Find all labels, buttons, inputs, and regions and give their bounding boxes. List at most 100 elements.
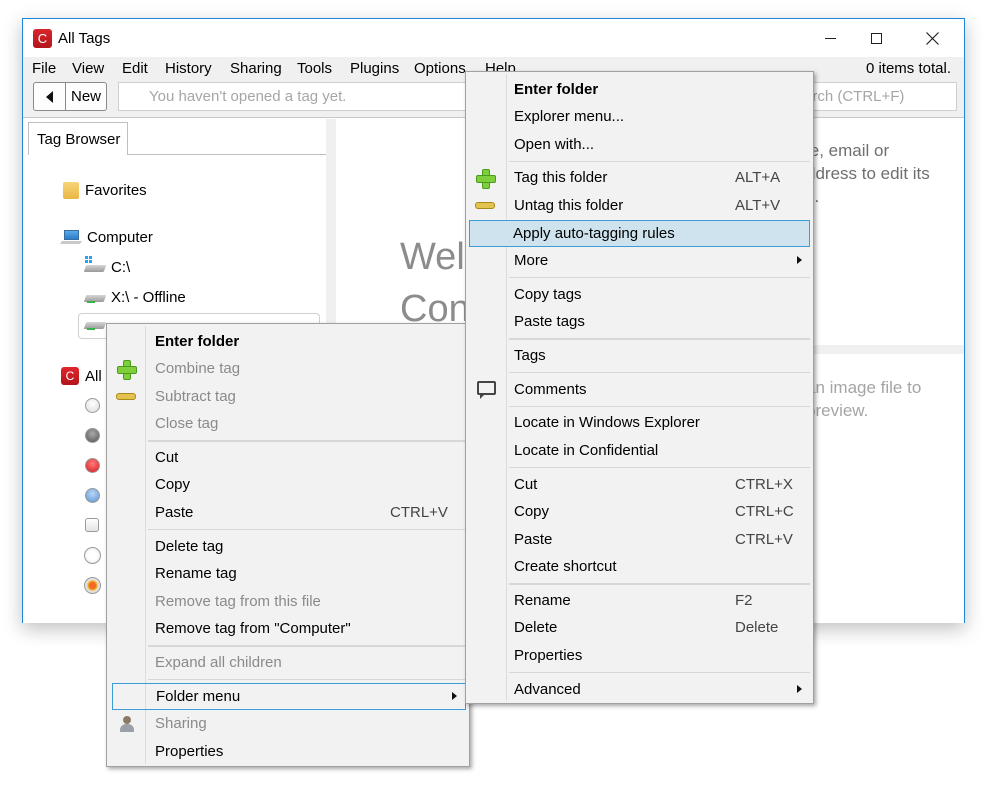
menu-item-folder-menu[interactable]: Folder menu <box>112 683 466 710</box>
tree-item-all-tags[interactable]: C All <box>61 367 102 385</box>
menu-item-tags[interactable]: Tags <box>469 343 810 369</box>
tag-red-icon[interactable] <box>85 458 100 473</box>
tree-item-c-drive[interactable]: C:\ <box>83 255 130 276</box>
menu-item-label: Sharing <box>155 715 207 732</box>
menu-item-remove-tag-from-computer[interactable]: Remove tag from "Computer" <box>110 616 466 642</box>
menu-item-label: Rename <box>514 592 571 609</box>
menu-item-label: Untag this folder <box>514 197 624 214</box>
menu-edit[interactable]: Edit <box>122 60 148 77</box>
menu-item-enter-folder[interactable]: Enter folder <box>469 77 810 103</box>
menu-item-label: Apply auto-tagging rules <box>513 225 675 242</box>
menu-options[interactable]: Options <box>414 60 466 77</box>
menu-item-subtract-tag[interactable]: Subtract tag <box>110 384 466 410</box>
menu-item-copy[interactable]: Copy <box>110 472 466 498</box>
menu-item-shortcut: CTRL+V <box>390 504 448 521</box>
menu-item-tag-this-folder[interactable]: Tag this folder ALT+A <box>469 165 810 191</box>
menu-item-open-with[interactable]: Open with... <box>469 132 810 158</box>
menu-item-label: Comments <box>514 381 587 398</box>
menu-item-untag-this-folder[interactable]: Untag this folder ALT+V <box>469 193 810 219</box>
tree-item-w-drive[interactable] <box>83 319 107 331</box>
new-button[interactable]: New <box>66 83 106 110</box>
menu-item-label: Remove tag from this file <box>155 593 321 610</box>
menu-item-shortcut: ALT+V <box>735 197 781 214</box>
back-button[interactable] <box>34 83 66 110</box>
tag-firefox-icon[interactable] <box>84 577 101 594</box>
menu-separator <box>148 440 466 442</box>
minimize-button[interactable] <box>807 19 853 57</box>
menu-item-cut[interactable]: Cut CTRL+X <box>469 472 810 498</box>
submenu-arrow-icon <box>797 256 802 264</box>
menu-separator <box>148 679 466 680</box>
network-drive-icon <box>83 292 107 304</box>
menu-item-rename[interactable]: Rename F2 <box>469 588 810 614</box>
computer-icon <box>60 230 82 245</box>
menu-item-properties[interactable]: Properties <box>469 643 810 669</box>
maximize-icon <box>870 32 882 44</box>
tag-white-icon[interactable] <box>85 398 100 413</box>
menu-item-copy-tags[interactable]: Copy tags <box>469 282 810 308</box>
menu-sharing[interactable]: Sharing <box>230 60 282 77</box>
menu-item-label: Subtract tag <box>155 388 236 405</box>
menu-item-label: Folder menu <box>156 688 241 705</box>
menu-item-copy[interactable]: Copy CTRL+C <box>469 499 810 525</box>
menu-item-label: Properties <box>155 743 224 760</box>
menu-item-comments[interactable]: Comments <box>469 377 810 403</box>
menu-item-close-tag[interactable]: Close tag <box>110 411 466 437</box>
tag-blue-icon[interactable] <box>85 488 100 503</box>
tree-item-label: All <box>85 367 102 385</box>
menu-item-paste[interactable]: Paste CTRL+V <box>110 500 466 526</box>
tag-badge-icon[interactable] <box>84 547 101 564</box>
menu-item-shortcut: CTRL+X <box>735 476 793 493</box>
menu-history[interactable]: History <box>165 60 212 77</box>
menu-item-label: Rename tag <box>155 565 237 582</box>
favorites-folder-icon <box>63 182 79 199</box>
tag-gray-icon[interactable] <box>85 428 100 443</box>
close-button[interactable] <box>909 19 955 57</box>
menu-item-delete[interactable]: Delete Delete <box>469 615 810 641</box>
menu-tools[interactable]: Tools <box>297 60 332 77</box>
menu-item-paste[interactable]: Paste CTRL+V <box>469 527 810 553</box>
window-title: All Tags <box>58 30 111 47</box>
menu-item-label: Create shortcut <box>514 558 617 575</box>
menu-item-enter-folder[interactable]: Enter folder <box>110 329 466 355</box>
menu-separator <box>509 277 810 278</box>
tag-square-icon[interactable] <box>85 518 99 532</box>
tree-item-x-drive[interactable]: X:\ - Offline <box>83 289 186 306</box>
menu-item-explorer-menu[interactable]: Explorer menu... <box>469 104 810 130</box>
tree-item-computer[interactable]: Computer <box>60 229 153 246</box>
menu-item-more[interactable]: More <box>469 248 810 274</box>
maximize-button[interactable] <box>853 19 899 57</box>
menu-item-expand-all-children[interactable]: Expand all children <box>110 650 466 676</box>
menu-item-advanced[interactable]: Advanced <box>469 677 810 703</box>
menu-item-combine-tag[interactable]: Combine tag <box>110 356 466 382</box>
menu-item-label: Locate in Windows Explorer <box>514 414 700 431</box>
menu-item-shortcut: F2 <box>735 592 753 609</box>
menu-file[interactable]: File <box>32 60 56 77</box>
tree-item-favorites[interactable]: Favorites <box>63 182 147 199</box>
windows-drive-icon <box>83 255 107 274</box>
menu-item-locate-in-confidential[interactable]: Locate in Confidential <box>469 438 810 464</box>
menu-item-label: Copy <box>514 503 550 520</box>
menu-item-cut[interactable]: Cut <box>110 445 466 471</box>
minus-icon <box>475 202 495 209</box>
edit-tags-hint: le, email or ddress to edit its s. <box>806 139 956 208</box>
menu-view[interactable]: View <box>72 60 104 77</box>
tab-tag-browser[interactable]: Tag Browser <box>28 122 128 155</box>
minimize-icon <box>824 37 836 39</box>
menu-plugins[interactable]: Plugins <box>350 60 399 77</box>
menu-item-delete-tag[interactable]: Delete tag <box>110 534 466 560</box>
menu-item-create-shortcut[interactable]: Create shortcut <box>469 554 810 580</box>
menu-item-remove-tag-from-file[interactable]: Remove tag from this file <box>110 589 466 615</box>
menu-item-locate-in-windows-explorer[interactable]: Locate in Windows Explorer <box>469 410 810 436</box>
menu-item-apply-auto-tagging-rules[interactable]: Apply auto-tagging rules <box>469 220 810 247</box>
menu-item-rename-tag[interactable]: Rename tag <box>110 561 466 587</box>
submenu-arrow-icon <box>452 692 457 700</box>
all-tags-icon: C <box>61 367 79 385</box>
menu-item-sharing[interactable]: Sharing <box>110 711 466 737</box>
menu-item-label: Enter folder <box>155 333 240 350</box>
menu-separator <box>509 672 810 673</box>
menu-item-paste-tags[interactable]: Paste tags <box>469 309 810 335</box>
menu-item-label: Paste <box>514 531 553 548</box>
path-input[interactable]: You haven't opened a tag yet. <box>118 82 478 111</box>
menu-item-properties[interactable]: Properties <box>110 739 466 765</box>
